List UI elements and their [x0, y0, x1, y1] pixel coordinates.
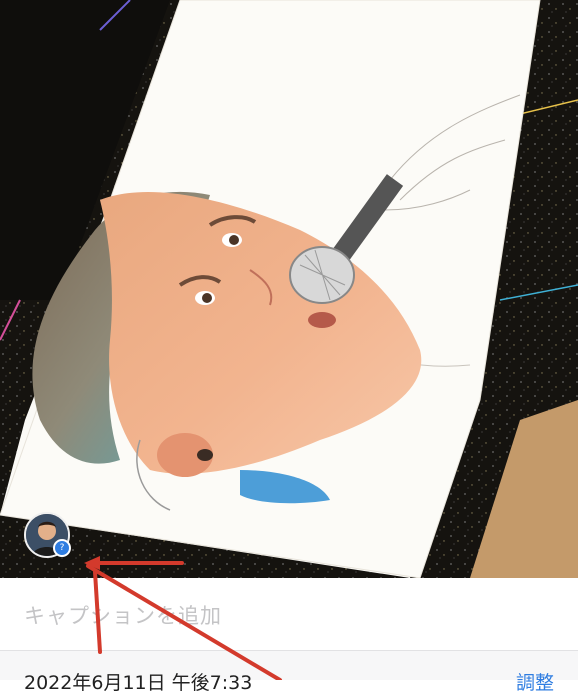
photo-date: 2022年6月11日 午後7:33: [24, 672, 253, 694]
help-badge-icon[interactable]: ?: [53, 539, 71, 557]
drawing-photo: [0, 0, 578, 578]
photo-preview[interactable]: [0, 0, 578, 578]
edit-date-button[interactable]: 調整: [516, 668, 554, 695]
caption-input[interactable]: キャプションを追加: [24, 600, 222, 630]
